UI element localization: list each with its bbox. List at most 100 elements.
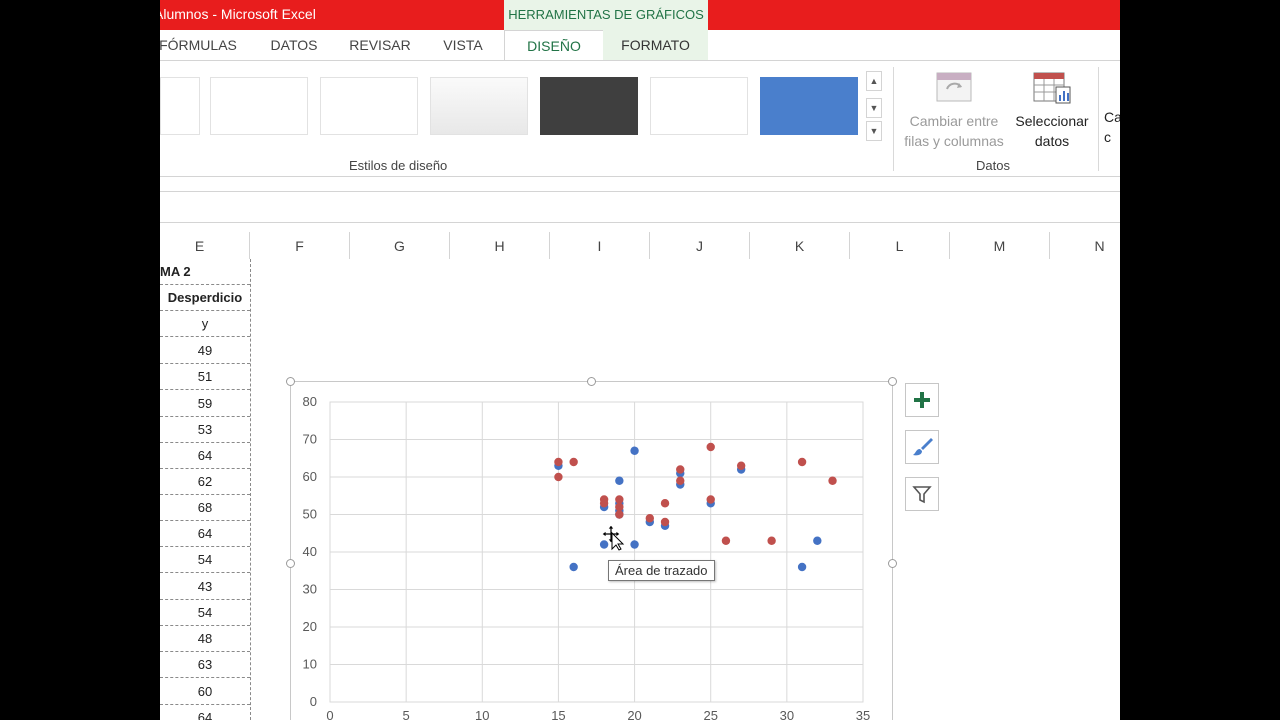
series2-point[interactable]	[615, 495, 624, 504]
column-header-f[interactable]: F	[250, 232, 350, 259]
series2-point[interactable]	[736, 461, 746, 470]
data-cell[interactable]: 64	[160, 705, 250, 720]
column-headers: E F G H I J K L M N	[160, 232, 1120, 260]
select-data-button[interactable]: Seleccionar datos	[1010, 71, 1094, 151]
change-label-line2: c	[1104, 129, 1111, 145]
data-cell[interactable]: 54	[160, 547, 250, 573]
series1-point[interactable]	[569, 562, 578, 572]
data-cell[interactable]: 63	[160, 652, 250, 678]
series2-point[interactable]	[554, 457, 563, 467]
y-tick-label: 30	[303, 582, 317, 597]
series1-point[interactable]	[630, 446, 639, 455]
cell-e-header2[interactable]: Desperdicio	[160, 285, 250, 311]
tab-vista[interactable]: VISTA	[432, 30, 494, 60]
series2-point[interactable]	[676, 465, 685, 474]
plus-icon	[914, 392, 930, 408]
data-cell[interactable]: 64	[160, 521, 250, 547]
chart-resize-handle-top[interactable]	[587, 377, 596, 386]
title-bar: Alumnos - Microsoft Excel HERRAMIENTAS D…	[160, 0, 1120, 30]
column-header-g[interactable]: G	[350, 232, 450, 259]
data-cell[interactable]: 51	[160, 364, 250, 390]
tab-formulas[interactable]: FÓRMULAS	[160, 30, 238, 60]
data-cell[interactable]: 53	[160, 417, 250, 443]
y-tick-label: 80	[303, 394, 317, 409]
cell-e-header1[interactable]: MA 2	[160, 259, 250, 285]
chart-style-1[interactable]	[160, 77, 200, 135]
chart-style-7[interactable]	[760, 77, 858, 135]
data-cell[interactable]: 49	[160, 338, 250, 364]
column-header-j[interactable]: J	[650, 232, 750, 259]
data-cell[interactable]: 68	[160, 495, 250, 521]
data-cell[interactable]: 60	[160, 679, 250, 705]
scatter-chart[interactable]: 0 10 20 30 40 50 60 70 80 0 5 10 15 20 25 30 35	[290, 381, 893, 720]
switch-label-line1: Cambiar entre	[909, 113, 999, 129]
y-tick-label: 20	[303, 619, 317, 634]
group-separator	[893, 67, 894, 171]
series2-point[interactable]	[706, 442, 715, 452]
column-header-h[interactable]: H	[450, 232, 550, 259]
series2-point[interactable]	[797, 457, 807, 467]
tab-revisar[interactable]: REVISAR	[342, 30, 418, 60]
chart-styles-button[interactable]	[905, 430, 939, 464]
formula-bar[interactable]	[160, 191, 1120, 223]
series2-point[interactable]	[767, 536, 776, 545]
chart-style-6[interactable]	[650, 77, 748, 135]
x-tick-label: 0	[326, 708, 333, 720]
series2-point[interactable]	[676, 476, 685, 485]
series2-point[interactable]	[615, 510, 624, 519]
column-header-i[interactable]: I	[550, 232, 650, 259]
series2-point[interactable]	[660, 499, 670, 508]
chart-style-4[interactable]	[430, 77, 528, 135]
paintbrush-icon	[913, 438, 933, 456]
tab-formato[interactable]: FORMATO	[603, 30, 708, 60]
series2-point[interactable]	[599, 499, 609, 508]
chart-filters-button[interactable]	[905, 477, 939, 511]
series2-point[interactable]	[660, 517, 670, 527]
column-header-m[interactable]: M	[950, 232, 1050, 259]
data-cell[interactable]: 59	[160, 391, 250, 417]
series2-point[interactable]	[615, 502, 624, 512]
column-header-n[interactable]: N	[1050, 232, 1120, 259]
column-header-e[interactable]: E	[160, 232, 250, 259]
data-cell[interactable]: 48	[160, 626, 250, 652]
series1-point[interactable]	[615, 476, 624, 485]
series2-point[interactable]	[828, 476, 837, 485]
column-header-k[interactable]: K	[750, 232, 850, 259]
series2-point[interactable]	[706, 495, 715, 504]
switch-row-column-button[interactable]: Cambiar entre filas y columnas	[898, 71, 1010, 151]
y-tick-label: 0	[310, 694, 317, 709]
chart-style-5[interactable]	[540, 77, 638, 135]
chart-resize-handle-tr[interactable]	[888, 377, 897, 386]
worksheet-grid[interactable]: MA 2 Desperdicio y 49 51 59 53 64 62 68 …	[160, 259, 1120, 720]
chart-style-2[interactable]	[210, 77, 308, 135]
tab-datos[interactable]: DATOS	[258, 30, 330, 60]
chart-elements-button[interactable]	[905, 383, 939, 417]
x-tick-label: 35	[856, 708, 870, 720]
switch-label-line2: filas y columnas	[904, 133, 1004, 149]
chart-resize-handle-left[interactable]	[286, 559, 295, 568]
chart-resize-handle-tl[interactable]	[286, 377, 295, 386]
styles-scroll-up-icon[interactable]: ▲	[866, 71, 882, 91]
chart-tools-tab[interactable]: HERRAMIENTAS DE GRÁFICOS	[504, 0, 708, 30]
series2-point[interactable]	[721, 536, 731, 545]
styles-scroll-down-icon[interactable]: ▼	[866, 98, 882, 118]
data-cell[interactable]: 54	[160, 600, 250, 626]
change-chart-type-button[interactable]: Ca c	[1104, 107, 1120, 147]
chart-style-3[interactable]	[320, 77, 418, 135]
series2-point[interactable]	[645, 514, 654, 523]
series2-point[interactable]	[554, 472, 563, 482]
data-cell[interactable]: 43	[160, 574, 250, 600]
tab-diseno[interactable]: DISEÑO	[504, 30, 604, 61]
series2-point[interactable]	[569, 457, 578, 467]
cell-e-y[interactable]: y	[160, 311, 250, 337]
data-cell[interactable]: 62	[160, 469, 250, 495]
data-cell[interactable]: 64	[160, 443, 250, 469]
column-header-l[interactable]: L	[850, 232, 950, 259]
series1-point[interactable]	[630, 540, 639, 549]
chart-resize-handle-right[interactable]	[888, 559, 897, 568]
series1-point[interactable]	[813, 536, 822, 545]
styles-more-icon[interactable]: ▼	[866, 121, 882, 141]
group-separator-2	[1098, 67, 1099, 171]
series1-point[interactable]	[797, 562, 807, 572]
chart-plot-svg[interactable]: 0 10 20 30 40 50 60 70 80 0 5 10 15 20 25 30 35	[291, 382, 892, 720]
